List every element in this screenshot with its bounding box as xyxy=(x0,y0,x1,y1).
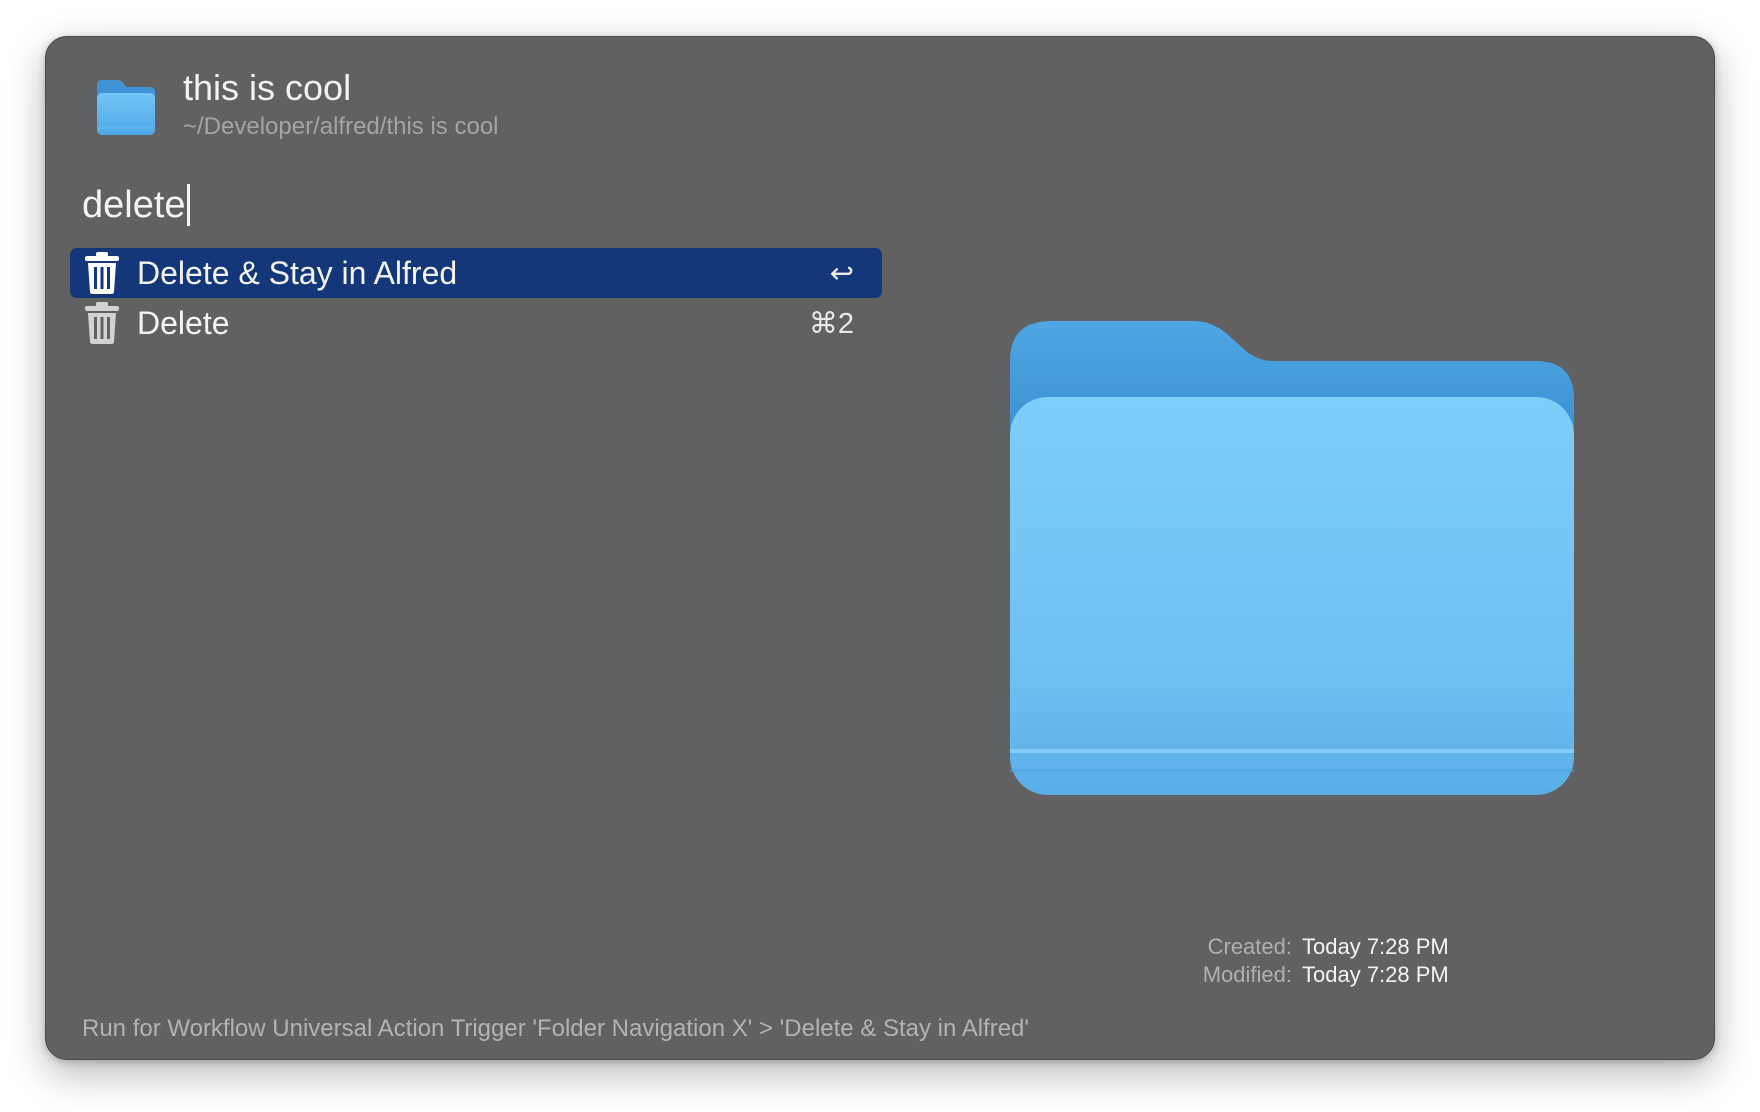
result-label: Delete xyxy=(137,304,230,341)
trash-icon xyxy=(85,252,119,294)
trash-icon xyxy=(85,302,119,344)
header-path: ~/Developer/alfred/this is cool xyxy=(183,113,499,140)
folder-preview-icon xyxy=(1010,321,1574,795)
alfred-window: this is cool ~/Developer/alfred/this is … xyxy=(45,36,1715,1060)
modified-label: Modified: xyxy=(1202,962,1292,987)
created-row: Created: Today 7:28 PM xyxy=(1106,933,1449,961)
result-label: Delete & Stay in Alfred xyxy=(137,254,458,291)
created-label: Created: xyxy=(1207,934,1292,959)
modified-value: Today 7:28 PM xyxy=(1302,962,1449,987)
footer-status-text: Run for Workflow Universal Action Trigge… xyxy=(82,1015,1029,1042)
header-title: this is cool xyxy=(183,67,352,108)
return-key-hint: ↩ xyxy=(829,257,854,290)
folder-icon xyxy=(97,80,155,135)
modified-row: Modified: Today 7:28 PM xyxy=(1106,961,1449,989)
file-metadata: Created: Today 7:28 PM Modified: Today 7… xyxy=(1106,933,1449,989)
shortcut-hint: ⌘2 xyxy=(808,307,854,340)
search-input[interactable]: delete xyxy=(82,181,190,229)
search-query-text: delete xyxy=(82,183,186,226)
results-list: Delete & Stay in Alfred ↩ Delete ⌘2 xyxy=(70,248,882,348)
result-row-delete-stay[interactable]: Delete & Stay in Alfred ↩ xyxy=(70,248,882,298)
created-value: Today 7:28 PM xyxy=(1302,934,1449,959)
text-caret xyxy=(186,184,190,226)
result-row-delete[interactable]: Delete ⌘2 xyxy=(70,298,882,348)
